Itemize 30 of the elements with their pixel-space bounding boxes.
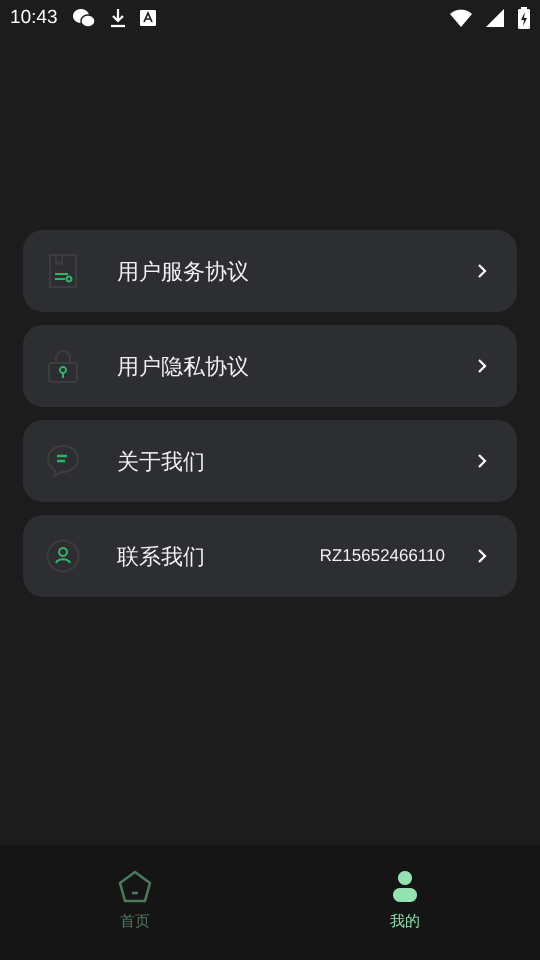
- home-icon: [117, 870, 153, 904]
- lock-icon: [48, 349, 78, 383]
- wifi-icon: [450, 9, 472, 27]
- nav-label: 首页: [120, 912, 150, 932]
- chevron-right-icon: [477, 263, 487, 279]
- chevron-right-icon: [477, 548, 487, 564]
- nav-tab[interactable]: 首页: [0, 845, 270, 960]
- download-icon: [110, 8, 126, 28]
- chevron-right-icon: [477, 358, 487, 374]
- menu-label: 联系我们: [117, 542, 205, 570]
- signal-icon: [486, 9, 504, 27]
- battery-icon: [518, 7, 530, 29]
- phone-number: RZ15652466110: [320, 545, 445, 568]
- menu-item[interactable]: 用户服务协议: [23, 230, 517, 312]
- menu-label: 用户服务协议: [117, 258, 249, 286]
- chat-app-icon: [72, 8, 96, 28]
- menu-item[interactable]: 用户隐私协议: [23, 325, 517, 407]
- status-time: 10:43: [10, 6, 58, 30]
- menu-label: 关于我们: [117, 448, 205, 476]
- document-icon: [49, 254, 77, 288]
- person-icon: [392, 871, 418, 903]
- chevron-right-icon: [477, 453, 487, 469]
- menu-item[interactable]: 关于我们: [23, 420, 517, 502]
- keyboard-app-icon: [140, 10, 156, 26]
- menu-item[interactable]: 联系我们 RZ15652466110: [23, 515, 517, 597]
- nav-label: 我的: [390, 912, 420, 932]
- person-icon: [46, 539, 80, 573]
- menu-label: 用户隐私协议: [117, 352, 249, 380]
- nav-tab[interactable]: 我的: [270, 845, 540, 960]
- chat-bubble-icon: [46, 444, 80, 478]
